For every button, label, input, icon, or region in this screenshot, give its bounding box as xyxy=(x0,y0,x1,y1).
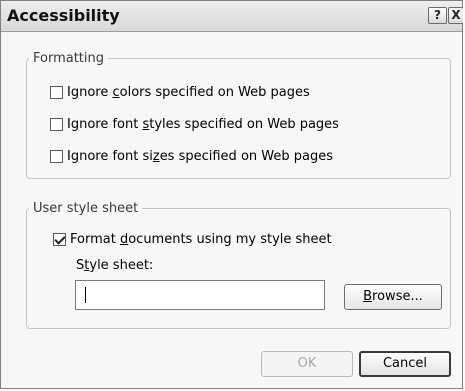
format-documents-label: Format documents using my style sheet xyxy=(70,232,332,247)
dialog-title: Accessibility xyxy=(7,6,120,25)
close-icon: X xyxy=(451,8,461,22)
ignore-font-sizes-checkbox[interactable] xyxy=(50,150,63,163)
help-button[interactable]: ? xyxy=(428,7,447,24)
formatting-legend: Formatting xyxy=(33,51,105,66)
ignore-colors-label: Ignore colors specified on Web pages xyxy=(67,85,310,100)
close-button[interactable]: X xyxy=(448,7,463,24)
ignore-colors-checkbox[interactable] xyxy=(50,86,63,99)
title-bar: Accessibility ? X xyxy=(1,1,463,32)
ok-button[interactable]: OK xyxy=(261,351,353,377)
ignore-font-styles-label: Ignore font styles specified on Web page… xyxy=(67,117,339,132)
user-style-sheet-legend: User style sheet xyxy=(33,201,139,216)
format-documents-checkbox[interactable] xyxy=(53,233,66,246)
style-sheet-label: Style sheet: xyxy=(76,258,154,273)
accessibility-dialog: Accessibility ? X Formatting Ignore colo… xyxy=(0,0,463,389)
browse-button[interactable]: Browse... xyxy=(344,284,442,310)
ignore-font-sizes-label: Ignore font sizes specified on Web pages xyxy=(67,149,333,164)
text-caret xyxy=(85,287,86,303)
cancel-button[interactable]: Cancel xyxy=(359,351,451,377)
help-icon: ? xyxy=(434,8,441,22)
ignore-font-styles-checkbox[interactable] xyxy=(50,118,63,131)
style-sheet-input[interactable] xyxy=(75,280,325,310)
